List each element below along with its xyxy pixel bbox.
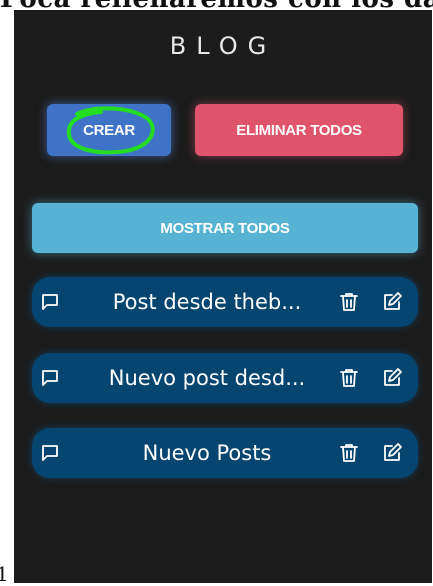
post-title: Post desde theb... <box>112 290 302 314</box>
trash-icon[interactable] <box>337 366 361 390</box>
app-title: BLOG <box>169 32 277 60</box>
comment-icon <box>42 445 58 461</box>
delete-all-button[interactable]: ELIMINAR TODOS <box>195 104 403 156</box>
page-footnote-digit: 1 <box>0 562 9 586</box>
trash-icon[interactable] <box>337 441 361 465</box>
edit-icon[interactable] <box>380 441 404 465</box>
edit-icon[interactable] <box>380 290 404 314</box>
post-item[interactable]: Post desde theb... <box>32 277 418 327</box>
post-item[interactable]: Nuevo Posts <box>32 428 418 478</box>
post-title: Nuevo post desd... <box>108 366 306 390</box>
edit-icon[interactable] <box>380 366 404 390</box>
highlight-circle-annotation <box>66 106 155 155</box>
show-all-button-label: MOSTRAR TODOS <box>160 219 290 237</box>
comment-icon <box>42 370 58 386</box>
comment-icon <box>42 294 58 310</box>
post-item[interactable]: Nuevo post desd... <box>32 353 418 403</box>
delete-all-button-label: ELIMINAR TODOS <box>236 121 362 139</box>
create-button[interactable]: CREAR <box>47 104 171 156</box>
post-title: Nuevo Posts <box>142 441 272 465</box>
show-all-button[interactable]: MOSTRAR TODOS <box>32 203 418 253</box>
trash-icon[interactable] <box>337 290 361 314</box>
blog-panel: BLOG CREAR ELIMINAR TODOS MOSTRAR TODOS … <box>14 10 432 583</box>
